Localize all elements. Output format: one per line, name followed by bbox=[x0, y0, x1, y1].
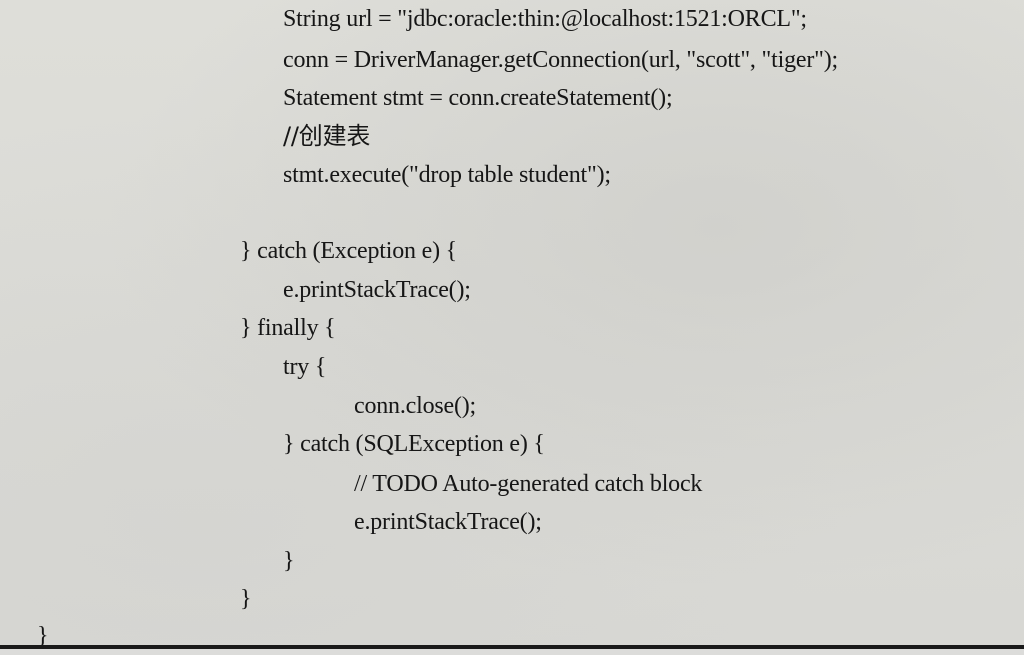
code-line-execute: stmt.execute("drop table student"); bbox=[283, 162, 611, 188]
code-line-try: try { bbox=[283, 354, 327, 380]
code-line-connection: conn = DriverManager.getConnection(url, … bbox=[283, 47, 838, 73]
code-line-comment-create-table: //创建表 bbox=[283, 122, 371, 150]
code-line-close-connection: conn.close(); bbox=[354, 393, 477, 419]
code-line-url: String url = "jdbc:oracle:thin:@localhos… bbox=[283, 6, 807, 32]
scanned-code-page: String url = "jdbc:oracle:thin:@localhos… bbox=[0, 0, 1024, 649]
code-line-method-close-brace: } bbox=[37, 623, 49, 649]
code-line-catch-exception: } catch (Exception e) { bbox=[240, 238, 458, 264]
code-line-statement: Statement stmt = conn.createStatement(); bbox=[283, 85, 673, 111]
code-line-catch-sql-exception: } catch (SQLException e) { bbox=[283, 431, 545, 457]
page-bottom-edge bbox=[0, 645, 1024, 649]
code-line-todo-comment: // TODO Auto-generated catch block bbox=[354, 471, 703, 497]
code-line-inner-close-brace: } bbox=[283, 548, 295, 574]
code-line-print-stack-trace: e.printStackTrace(); bbox=[283, 277, 471, 303]
code-line-print-stack-trace-inner: e.printStackTrace(); bbox=[354, 509, 542, 535]
code-line-finally-close-brace: } bbox=[240, 586, 252, 612]
code-line-finally: } finally { bbox=[240, 315, 336, 341]
